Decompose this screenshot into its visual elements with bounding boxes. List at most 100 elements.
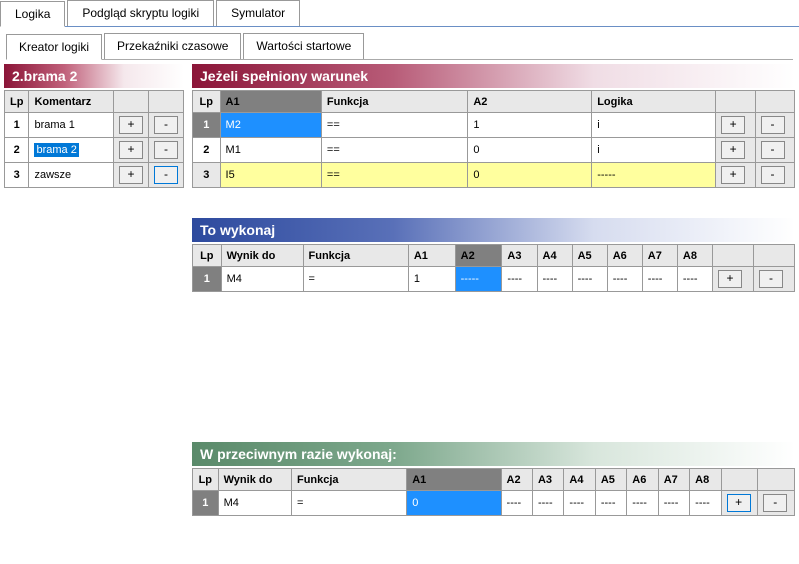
table-row[interactable]: 2 M1 == 0 i + - (193, 138, 795, 163)
col-wynik: Wynik do (221, 245, 303, 267)
cell-wynik[interactable]: M4 (218, 491, 291, 516)
cell-a3[interactable]: ---- (502, 267, 537, 292)
add-button[interactable]: + (119, 116, 143, 134)
col-komentarz: Komentarz (29, 91, 114, 113)
col-a6: A6 (627, 469, 658, 491)
cell-wynik[interactable]: M4 (221, 267, 303, 292)
col-lp: Lp (193, 469, 219, 491)
left-table: Lp Komentarz 1 brama 1 + - 2 brama 2 + -… (4, 90, 184, 188)
else-title: W przeciwnym razie wykonaj: (192, 442, 795, 466)
cell-a7[interactable]: ---- (642, 267, 677, 292)
cell-a4[interactable]: ---- (537, 267, 572, 292)
cell-lp: 1 (193, 267, 222, 292)
cell-a2[interactable]: 0 (468, 138, 592, 163)
add-button[interactable]: + (718, 270, 742, 288)
cell-lp: 1 (193, 113, 221, 138)
col-funkcja: Funkcja (303, 245, 408, 267)
col-lp: Lp (193, 245, 222, 267)
col-wynik: Wynik do (218, 469, 291, 491)
cell-a1[interactable]: M1 (220, 138, 321, 163)
add-button[interactable]: + (721, 166, 745, 184)
col-a2: A2 (501, 469, 532, 491)
add-button[interactable]: + (727, 494, 751, 512)
col-lp: Lp (5, 91, 29, 113)
cell-lp: 2 (193, 138, 221, 163)
add-button[interactable]: + (119, 141, 143, 159)
cell-log[interactable]: i (592, 113, 716, 138)
tab-kreator[interactable]: Kreator logiki (6, 34, 102, 60)
tab-symulator[interactable]: Symulator (216, 0, 300, 26)
cell-lp: 3 (5, 163, 29, 188)
cell-fn[interactable]: = (291, 491, 406, 516)
remove-button[interactable]: - (761, 116, 785, 134)
col-a2: A2 (455, 245, 502, 267)
then-title: To wykonaj (192, 218, 795, 242)
tab-przekazniki[interactable]: Przekaźniki czasowe (104, 33, 241, 59)
col-minus (149, 91, 184, 113)
table-row[interactable]: 1 M4 = 1 ----- ---- ---- ---- ---- ---- … (193, 267, 795, 292)
cell-a2[interactable]: ---- (501, 491, 532, 516)
cell-lp: 3 (193, 163, 221, 188)
table-row[interactable]: 2 brama 2 + - (5, 138, 184, 163)
col-a3: A3 (502, 245, 537, 267)
tab-logika[interactable]: Logika (0, 1, 65, 27)
col-a1: A1 (220, 91, 321, 113)
add-button[interactable]: + (721, 141, 745, 159)
remove-button[interactable]: - (763, 494, 787, 512)
table-row[interactable]: 3 I5 == 0 ----- + - (193, 163, 795, 188)
col-a8: A8 (677, 245, 712, 267)
cell-a5[interactable]: ---- (595, 491, 626, 516)
cell-a6[interactable]: ---- (627, 491, 658, 516)
cell-lp: 1 (5, 113, 29, 138)
remove-button[interactable]: - (154, 141, 178, 159)
add-button[interactable]: + (721, 116, 745, 134)
cell-a2[interactable]: 1 (468, 113, 592, 138)
then-table: Lp Wynik do Funkcja A1 A2 A3 A4 A5 A6 A7… (192, 244, 795, 292)
cell-log[interactable]: ----- (592, 163, 716, 188)
cell-a4[interactable]: ---- (564, 491, 595, 516)
cell-a1[interactable]: I5 (220, 163, 321, 188)
cell-fn[interactable]: == (321, 138, 467, 163)
cell-komentarz[interactable]: brama 1 (29, 113, 114, 138)
cell-fn[interactable]: = (303, 267, 408, 292)
col-a7: A7 (658, 469, 689, 491)
condition-title: Jeżeli spełniony warunek (192, 64, 795, 88)
add-button[interactable]: + (119, 166, 143, 184)
cell-fn[interactable]: == (321, 113, 467, 138)
remove-button[interactable]: - (759, 270, 783, 288)
cell-a3[interactable]: ---- (532, 491, 563, 516)
cell-a5[interactable]: ---- (572, 267, 607, 292)
cell-a8[interactable]: ---- (677, 267, 712, 292)
table-row[interactable]: 1 brama 1 + - (5, 113, 184, 138)
col-a2: A2 (468, 91, 592, 113)
cell-a8[interactable]: ---- (690, 491, 721, 516)
remove-button[interactable]: - (154, 116, 178, 134)
cell-fn[interactable]: == (321, 163, 467, 188)
cell-a6[interactable]: ---- (607, 267, 642, 292)
cell-a1[interactable]: 0 (407, 491, 501, 516)
col-a4: A4 (564, 469, 595, 491)
tab-podglad[interactable]: Podgląd skryptu logiki (67, 0, 214, 26)
remove-button[interactable]: - (761, 141, 785, 159)
cell-komentarz[interactable]: brama 2 (29, 138, 114, 163)
col-a1: A1 (408, 245, 455, 267)
tab-wartosci[interactable]: Wartości startowe (243, 33, 364, 59)
table-row[interactable]: 1 M4 = 0 ---- ---- ---- ---- ---- ---- -… (193, 491, 795, 516)
cell-a2[interactable]: 0 (468, 163, 592, 188)
table-row[interactable]: 1 M2 == 1 i + - (193, 113, 795, 138)
col-plus (114, 91, 149, 113)
cell-a1[interactable]: 1 (408, 267, 455, 292)
cell-a1[interactable]: M2 (220, 113, 321, 138)
top-tab-bar: Logika Podgląd skryptu logiki Symulator (0, 0, 799, 27)
col-a5: A5 (572, 245, 607, 267)
condition-table: Lp A1 Funkcja A2 Logika 1 M2 == 1 i + - … (192, 90, 795, 188)
table-row[interactable]: 3 zawsze + - (5, 163, 184, 188)
remove-button[interactable]: - (761, 166, 785, 184)
col-a8: A8 (690, 469, 721, 491)
cell-a7[interactable]: ---- (658, 491, 689, 516)
cell-a2[interactable]: ----- (455, 267, 502, 292)
col-a7: A7 (642, 245, 677, 267)
remove-button[interactable]: - (154, 166, 178, 184)
cell-log[interactable]: i (592, 138, 716, 163)
cell-komentarz[interactable]: zawsze (29, 163, 114, 188)
